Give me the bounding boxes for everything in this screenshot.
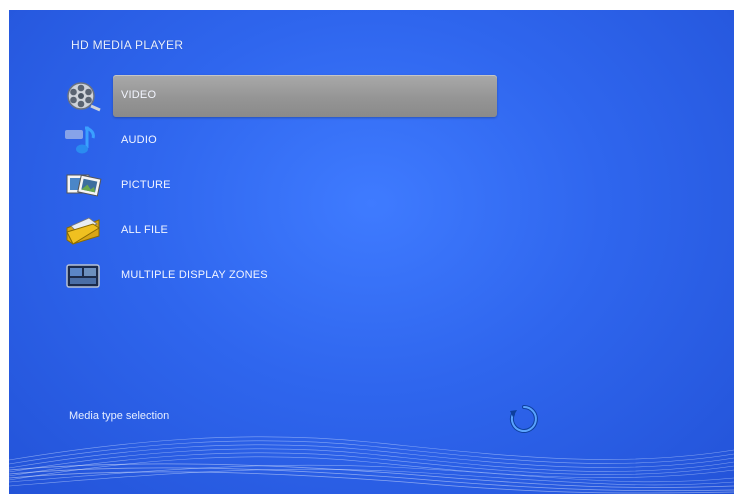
app-title: HD MEDIA PLAYER: [71, 38, 184, 52]
menu-item-picture[interactable]: PICTURE: [57, 165, 497, 207]
folder-icon: [66, 217, 100, 245]
decorative-waves: [9, 436, 734, 494]
menu-item-label: PICTURE: [121, 179, 171, 191]
menu-item-multiple-display-zones[interactable]: MULTIPLE DISPLAY ZONES: [57, 255, 497, 297]
menu-item-label: AUDIO: [121, 134, 157, 146]
film-reel-icon: [67, 82, 101, 112]
menu-item-label: VIDEO: [121, 89, 157, 101]
music-note-icon: [65, 126, 95, 154]
menu-item-audio[interactable]: AUDIO: [57, 120, 497, 162]
menu-item-all-file[interactable]: ALL FILE: [57, 210, 497, 252]
media-player-screen: HD MEDIA PLAYER VIDEO AUDIO PICTURE ALL …: [9, 10, 734, 494]
selection-highlight: [113, 75, 497, 117]
menu-item-video[interactable]: VIDEO: [57, 75, 497, 117]
menu-item-label: ALL FILE: [121, 224, 169, 236]
photos-icon: [66, 174, 102, 197]
display-zones-icon: [66, 264, 100, 288]
menu-item-label: MULTIPLE DISPLAY ZONES: [121, 269, 268, 281]
